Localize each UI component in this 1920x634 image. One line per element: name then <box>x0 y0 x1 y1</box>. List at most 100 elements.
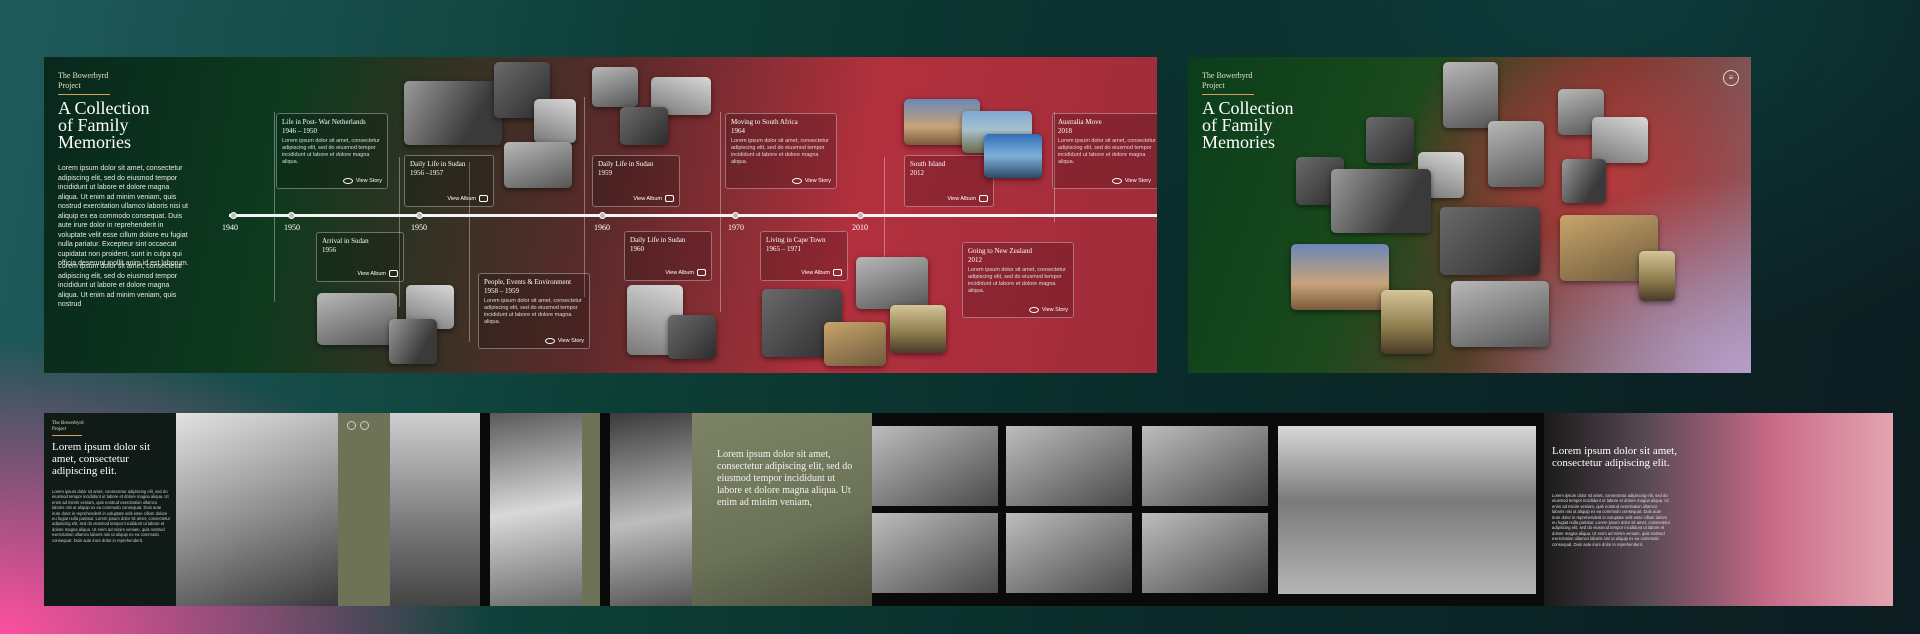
title-line-3: Memories <box>1202 132 1275 152</box>
event-title: Living in Cape Town <box>766 236 826 244</box>
event-description: Lorem ipsum dolor sit amet, consectetur … <box>282 138 380 165</box>
photo-thumbnail[interactable] <box>1443 62 1498 128</box>
link-label: View Story <box>557 338 584 344</box>
brand-logo[interactable]: The Bowerbyrd Project <box>52 421 84 436</box>
event-card-new-zealand[interactable]: Going to New Zealand 2012 Lorem ipsum do… <box>962 242 1074 318</box>
title-line-3: Memories <box>58 132 131 152</box>
timeline-dot[interactable] <box>288 212 295 219</box>
event-card-south-africa[interactable]: Moving to South Africa 1964 Lorem ipsum … <box>725 113 837 189</box>
strip-outro-card[interactable]: Lorem ipsum dolor sit amet, consectetur … <box>1544 413 1893 606</box>
view-album-link[interactable]: View Album <box>357 270 398 277</box>
strip-photo-group[interactable] <box>1006 426 1132 506</box>
year-label: 1950 <box>411 223 427 232</box>
photo-thumbnail[interactable] <box>534 99 576 143</box>
strip-photo-tree[interactable] <box>1278 426 1536 594</box>
photo-thumbnail[interactable] <box>404 81 502 145</box>
brand-underline <box>52 435 82 436</box>
photo-thumbnail[interactable] <box>890 305 946 353</box>
photo-thumbnail[interactable] <box>856 257 928 309</box>
photo-thumbnail[interactable] <box>1592 117 1648 163</box>
event-card-sudan-1960[interactable]: Daily Life in Sudan 1960 View Album <box>624 231 712 281</box>
view-story-link[interactable]: View Story <box>1028 307 1068 313</box>
photo-thumbnail[interactable] <box>317 293 397 345</box>
event-card-arrival-sudan[interactable]: Arrival in Sudan 1956 View Album <box>316 232 404 282</box>
event-card-australia[interactable]: Australia Move 2018 Lorem ipsum dolor si… <box>1052 113 1157 189</box>
photo-thumbnail[interactable] <box>1366 117 1414 163</box>
event-card-netherlands[interactable]: Life in Post- War Netherlands 1946 – 195… <box>276 113 388 189</box>
photo-thumbnail[interactable] <box>620 107 668 145</box>
strip-quote: Lorem ipsum dolor sit amet, consectetur … <box>717 449 853 508</box>
photo-thumbnail[interactable] <box>668 315 716 359</box>
photo-thumbnail[interactable] <box>1451 281 1549 347</box>
view-album-link[interactable]: View Album <box>947 195 988 202</box>
event-title: Daily Life in Sudan <box>410 160 466 168</box>
timeline-dot[interactable] <box>230 212 237 219</box>
timeline-dot[interactable] <box>857 212 864 219</box>
view-story-link[interactable]: View Story <box>1111 178 1151 184</box>
view-album-link[interactable]: View Album <box>447 195 488 202</box>
photo-thumbnail[interactable] <box>504 142 572 188</box>
event-card-cape-town[interactable]: Living in Cape Town 1965 – 1971 View Alb… <box>760 231 848 281</box>
timeline-dot[interactable] <box>732 212 739 219</box>
event-card-south-island[interactable]: South Island 2012 View Album <box>904 155 994 207</box>
view-album-link[interactable]: View Album <box>633 195 674 202</box>
strip-photo-women[interactable] <box>176 413 338 606</box>
intro-paragraph-2: Lorem ipsum dolor sit amet, consectetur … <box>58 263 183 308</box>
brand-logo[interactable]: The Bowerbyrd Project <box>58 71 110 95</box>
photo-thumbnail[interactable] <box>389 319 437 364</box>
event-description: Lorem ipsum dolor sit amet, consectetur … <box>1058 138 1156 165</box>
strip-photo-group[interactable] <box>1006 513 1132 593</box>
view-album-link[interactable]: View Album <box>801 269 842 276</box>
event-title: South Island <box>910 160 946 168</box>
menu-icon[interactable]: ≡ <box>1723 70 1739 86</box>
photo-thumbnail[interactable] <box>1331 169 1431 233</box>
event-title: Moving to South Africa <box>731 118 798 126</box>
brand-underline <box>58 94 110 95</box>
brand-logo[interactable]: The Bowerbyrd Project <box>1202 71 1254 95</box>
view-story-link[interactable]: View Story <box>791 178 831 184</box>
event-description: Lorem ipsum dolor sit amet, consectetur … <box>731 138 829 165</box>
event-dates: 1965 – 1971 <box>766 245 801 253</box>
photo-thumbnail[interactable] <box>824 322 886 366</box>
timeline-dot[interactable] <box>416 212 423 219</box>
event-description: Lorem ipsum dolor sit amet, consectetur … <box>484 298 582 325</box>
gallery-icon <box>479 195 488 202</box>
page-title: A Collection of Family Memories <box>1202 99 1342 152</box>
strip-photo-dress[interactable] <box>490 413 582 606</box>
gallery-icon <box>697 269 706 276</box>
link-label: View Album <box>947 195 976 202</box>
view-story-link[interactable]: View Story <box>342 178 382 184</box>
strip-photo-children[interactable] <box>610 413 692 606</box>
event-dates: 2012 <box>910 169 924 177</box>
event-description: Lorem ipsum dolor sit amet, consectetur … <box>968 267 1066 294</box>
photo-thumbnail[interactable] <box>592 67 638 107</box>
photo-thumbnail[interactable] <box>1562 159 1606 203</box>
brand-underline <box>1202 94 1254 95</box>
photo-thumbnail[interactable] <box>1639 251 1675 301</box>
strip-photo-group[interactable] <box>872 513 998 593</box>
year-label: 1970 <box>728 223 744 232</box>
strip-photo-group[interactable] <box>1142 513 1268 593</box>
strip-photo-group[interactable] <box>872 426 998 506</box>
timeline-dot[interactable] <box>599 212 606 219</box>
strip-heading: Lorem ipsum dolor sit amet, consectetur … <box>52 441 151 477</box>
photo-thumbnail[interactable] <box>1291 244 1389 310</box>
event-dates: 1958 – 1959 <box>484 287 519 295</box>
brand-line-2: Project <box>58 81 81 90</box>
photo-thumbnail[interactable] <box>1381 290 1433 354</box>
event-card-sudan-1956[interactable]: Daily Life in Sudan 1956 –1957 View Albu… <box>404 155 494 207</box>
view-story-link[interactable]: View Story <box>544 338 584 344</box>
view-album-link[interactable]: View Album <box>665 269 706 276</box>
photo-thumbnail[interactable] <box>1440 207 1540 275</box>
strip-photo-building[interactable] <box>390 413 480 606</box>
event-title: Australia Move <box>1058 118 1102 126</box>
timeline-panel: The Bowerbyrd Project A Collection of Fa… <box>44 57 1157 373</box>
photo-thumbnail[interactable] <box>984 134 1042 178</box>
prev-icon[interactable] <box>347 421 356 430</box>
strip-photo-group[interactable] <box>1142 426 1268 506</box>
photo-thumbnail[interactable] <box>1488 121 1544 187</box>
next-icon[interactable] <box>360 421 369 430</box>
event-dates: 2012 <box>968 256 982 264</box>
event-card-people-events[interactable]: People, Events & Environment 1958 – 1959… <box>478 273 590 349</box>
event-card-sudan-1959[interactable]: Daily Life in Sudan 1959 View Album <box>592 155 680 207</box>
